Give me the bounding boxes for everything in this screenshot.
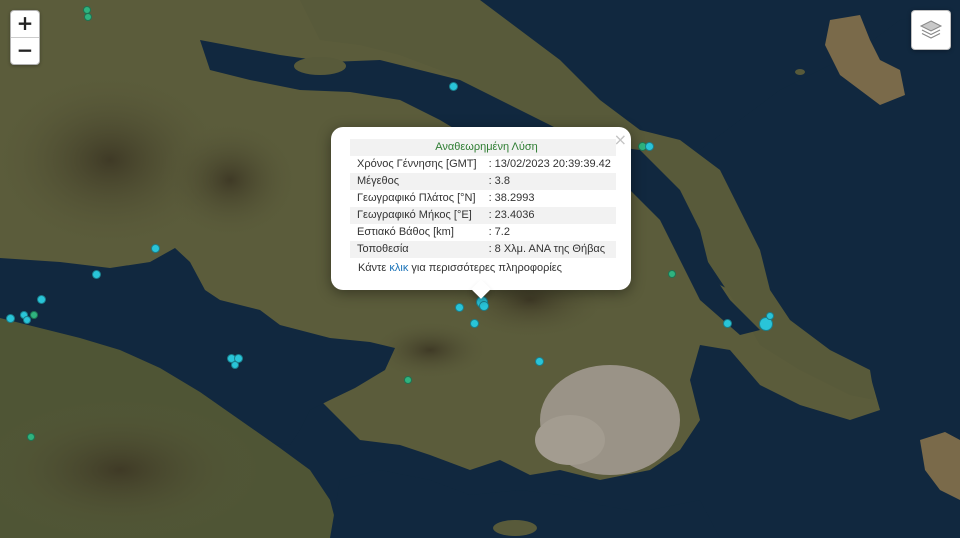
quake-marker[interactable] [470,319,479,328]
zoom-control: + − [10,10,40,65]
quake-marker[interactable] [455,303,464,312]
more-prefix: Κάντε [358,262,390,274]
quake-marker[interactable] [151,244,160,253]
quake-marker[interactable] [27,433,35,441]
row-label: Γεωγραφικό Μήκος [°E] [350,207,482,224]
row-value: : 38.2993 [488,192,535,204]
row-value: : 7.2 [488,226,510,238]
zoom-in-button[interactable]: + [11,11,39,37]
quake-marker[interactable] [37,295,46,304]
quake-marker[interactable] [449,82,458,91]
quake-marker[interactable] [84,13,92,21]
more-suffix: για περισσότερες πληροφορίες [408,262,562,274]
quake-marker[interactable] [6,314,15,323]
zoom-out-button[interactable]: − [11,37,39,64]
quake-marker[interactable] [404,376,412,384]
more-info: Κάντε κλικ για περισσότερες πληροφορίες [358,262,562,274]
layers-button[interactable] [911,10,951,50]
minus-icon: − [16,38,34,62]
popup-table: Αναθεωρημένη Λύση Χρόνος Γέννησης [GMT]:… [350,139,616,258]
more-info-link[interactable]: κλικ [389,262,408,274]
row-value: : 8 Χλμ. ΑΝΑ της Θήβας [481,241,616,258]
quake-marker[interactable] [668,270,676,278]
popup-title: Αναθεωρημένη Λύση [350,139,616,156]
row-label: Τοποθεσία [350,241,482,258]
row-label: Γεωγραφικό Πλάτος [°N] [357,192,476,204]
quake-marker[interactable] [92,270,101,279]
row-value: : 3.8 [481,173,616,190]
quake-marker[interactable] [231,361,239,369]
row-label: Εστιακό Βάθος [km] [357,226,454,238]
quake-marker[interactable] [479,301,489,311]
quake-marker[interactable] [723,319,732,328]
row-value: : 13/02/2023 20:39:39.42 [488,158,611,170]
quake-marker[interactable] [645,142,654,151]
row-label: Χρόνος Γέννησης [GMT] [357,158,477,170]
plus-icon: + [16,11,34,35]
layers-icon [919,20,943,39]
quake-marker[interactable] [30,311,38,319]
quake-marker[interactable] [766,312,774,320]
row-value: : 23.4036 [481,207,616,224]
earthquake-popup: × Αναθεωρημένη Λύση Χρόνος Γέννησης [GMT… [331,127,631,299]
row-label: Μέγεθος [350,173,482,190]
quake-marker[interactable] [535,357,544,366]
